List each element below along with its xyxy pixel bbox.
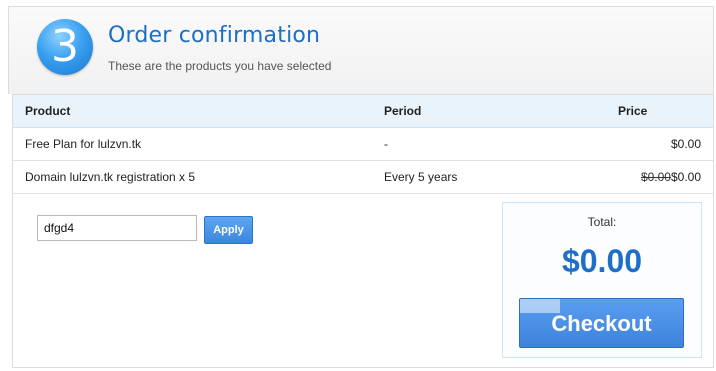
total-amount: $0.00 — [561, 243, 643, 279]
table-row: Free Plan for lulzvn.tk - $0.00 — [13, 127, 713, 161]
products-table: Product Period Price Free Plan for lulzv… — [13, 95, 713, 194]
page-title: Order confirmation — [108, 23, 321, 48]
price-value: $0.00 — [670, 170, 701, 184]
total-label: Total: — [587, 215, 617, 229]
column-header-product: Product — [13, 95, 372, 128]
table-header-row: Product Period Price — [13, 95, 713, 128]
order-header: 3 Order confirmation These are the produ… — [8, 6, 714, 94]
product-name: Free Plan for lulzvn.tk — [13, 127, 372, 161]
checkout-button-label: Checkout — [551, 311, 652, 336]
product-period: Every 5 years — [372, 160, 606, 194]
product-price: $0.00$0.00 — [606, 160, 713, 194]
table-row: Domain lulzvn.tk registration x 5 Every … — [13, 160, 713, 194]
page-subtitle: These are the products you have selected — [108, 59, 332, 73]
apply-coupon-button[interactable]: Apply — [204, 216, 253, 244]
checkout-button[interactable]: Checkout — [519, 298, 684, 348]
product-period: - — [372, 127, 606, 161]
product-price: $0.00 — [606, 127, 713, 161]
order-panel: Product Period Price Free Plan for lulzv… — [12, 94, 714, 368]
price-value: $0.00 — [670, 137, 701, 151]
step-number-badge: 3 — [37, 19, 93, 75]
column-header-period: Period — [372, 95, 606, 128]
total-summary-box: Total: $0.00 Checkout — [502, 202, 702, 358]
column-header-price: Price — [606, 95, 713, 128]
coupon-code-input[interactable] — [37, 215, 197, 241]
original-price: $0.00 — [640, 170, 671, 184]
product-name: Domain lulzvn.tk registration x 5 — [13, 160, 372, 194]
